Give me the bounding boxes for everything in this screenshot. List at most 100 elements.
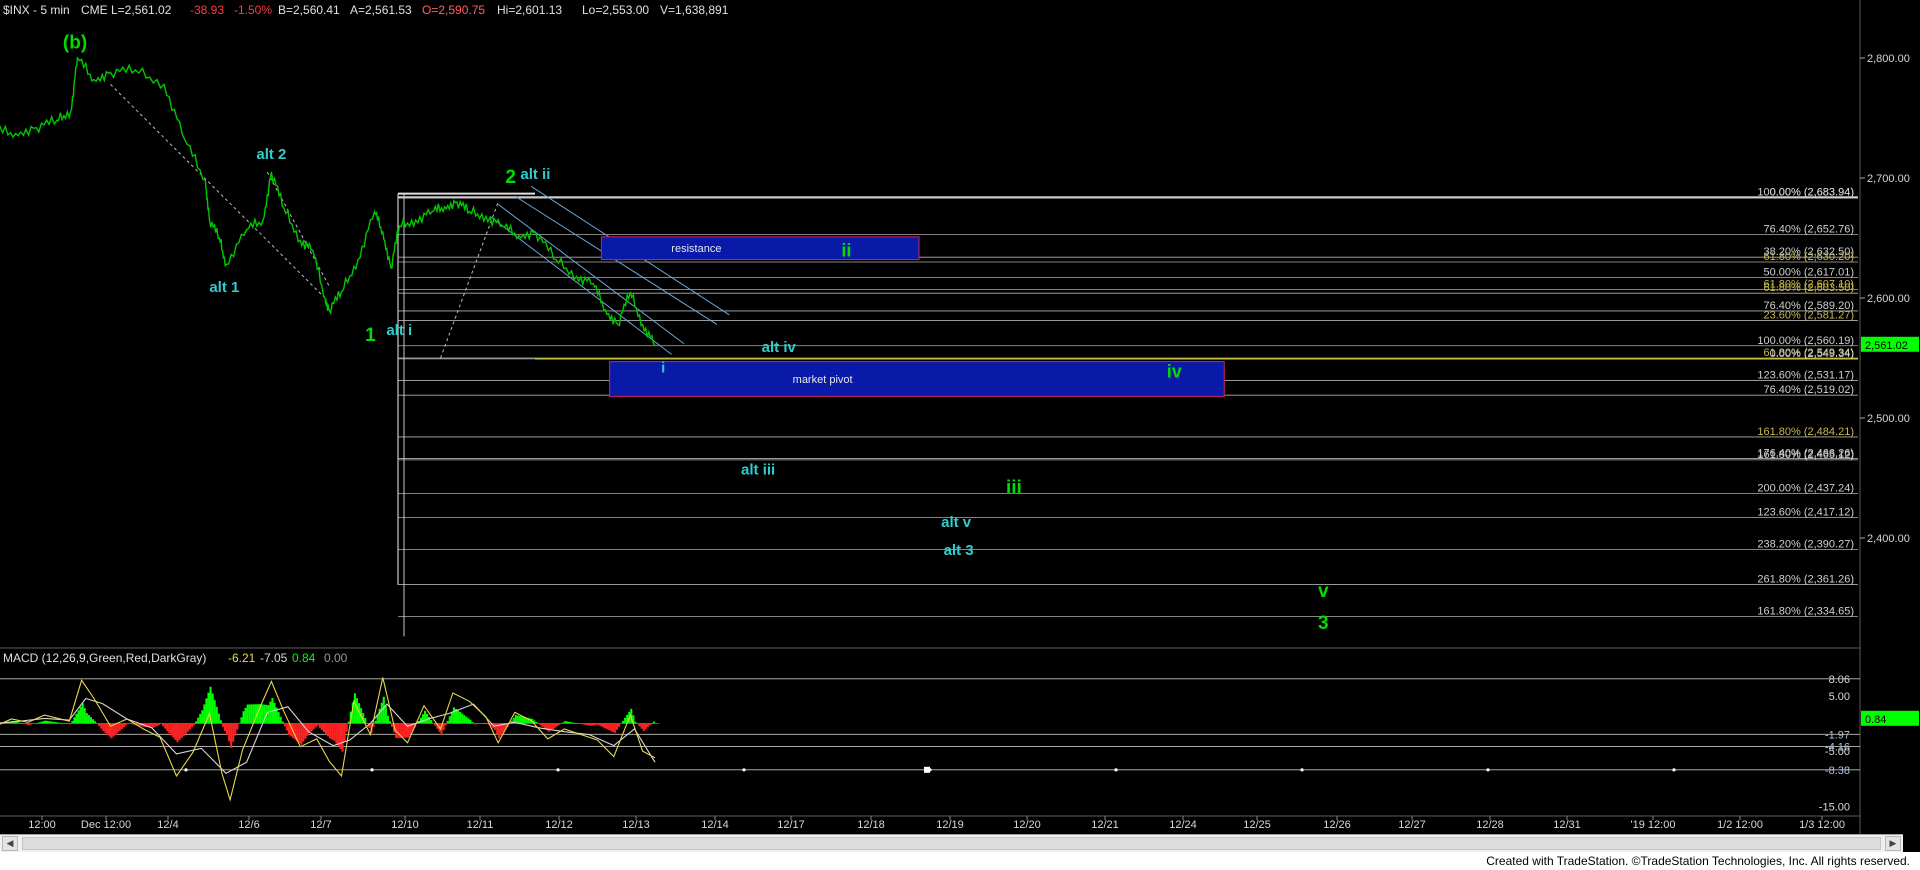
macd-histogram-bar (58, 722, 62, 724)
macd-histogram-bar (320, 723, 323, 730)
macd-histogram-bar (463, 715, 466, 724)
macd-histogram-bar (366, 722, 369, 724)
macd-histogram-bar (345, 723, 348, 732)
macd-histogram-bar (543, 723, 546, 729)
horizontal-scrollbar[interactable]: ◀ ▶ (0, 834, 1903, 852)
macd-histogram-bar (199, 713, 202, 724)
macd-histogram-bar (419, 717, 422, 724)
macd-histogram-bar (485, 722, 488, 724)
macd-histogram-bar (318, 723, 321, 728)
macd-histogram-bar (562, 722, 565, 724)
macd-histogram-bar (327, 723, 330, 737)
macd-histogram-bar (71, 720, 74, 724)
fib-level-label: 238.20% (2,390.27) (1757, 539, 1854, 551)
price-axis-label: 2,700.00 (1867, 173, 1910, 185)
macd-histogram-bar (457, 710, 460, 724)
macd-histogram-bar (131, 723, 134, 725)
macd-histogram-bar (118, 723, 121, 731)
macd-histogram-bar (36, 722, 39, 724)
macd-histogram-bar (193, 723, 196, 726)
time-marker-dot (742, 768, 746, 772)
macd-histogram-bar (424, 710, 427, 724)
macd-histogram-bar (240, 717, 243, 724)
macd-histogram-bar (611, 723, 614, 732)
macd-histogram-bar (475, 723, 478, 725)
macd-histogram-bar (28, 723, 31, 726)
macd-histogram-bar (547, 723, 550, 732)
header-exchange: CME (81, 3, 108, 17)
macd-histogram-bar (537, 723, 540, 725)
time-axis-label: 12/31 (1553, 819, 1581, 831)
macd-histogram-bar (605, 723, 608, 729)
macd-histogram-bar (570, 722, 573, 724)
macd-value: -7.05 (260, 651, 288, 665)
macd-histogram-bar (230, 723, 233, 748)
macd-histogram-bar (442, 723, 445, 731)
zone-wave-label: iv (1167, 362, 1182, 382)
macd-histogram-bar (164, 723, 167, 729)
macd-histogram-bar (151, 723, 154, 728)
fib-level-label: 50.00% (2,617.01) (1763, 267, 1854, 279)
macd-histogram-bar (283, 723, 286, 727)
wave-label: alt ii (520, 166, 550, 183)
scroll-thumb[interactable] (22, 837, 1881, 850)
macd-histogram-bar (174, 723, 177, 740)
wave-label: alt i (386, 322, 412, 339)
macd-histogram-bar (273, 702, 276, 724)
macd-histogram-bar (168, 723, 171, 734)
macd-line (0, 677, 656, 802)
macd-histogram-bar (102, 723, 105, 731)
macd-histogram-bar (556, 723, 559, 727)
macd-histogram-bar (337, 723, 340, 747)
macd-histogram-bar (34, 723, 37, 725)
time-axis-label: 12/19 (936, 819, 964, 831)
macd-histogram-bar (646, 723, 649, 728)
wave-label: (b) (63, 32, 87, 53)
macd-histogram-bar (232, 723, 235, 742)
macd-histogram-bar (591, 723, 594, 726)
fib-level-label: 161.80% (2,334.65) (1757, 605, 1854, 617)
macd-histogram-bar (624, 717, 627, 724)
macd-histogram-bar (114, 723, 117, 735)
time-axis-label: '19 12:00 (1631, 819, 1676, 831)
wave-label: 3 (1318, 613, 1329, 634)
macd-histogram-bar (634, 721, 637, 724)
time-axis-label: 12/6 (238, 819, 259, 831)
price-chart[interactable]: 100.00% (2,683.94)0.00% (2,683.94)76.40%… (0, 0, 1920, 834)
price-axis-label: 2,800.00 (1867, 53, 1910, 65)
macd-histogram-bar (30, 723, 33, 725)
macd-histogram-bar (234, 723, 237, 736)
scroll-right-arrow-icon[interactable]: ▶ (1885, 836, 1901, 851)
macd-histogram-bar (77, 710, 80, 724)
macd-histogram-bar (584, 723, 587, 725)
macd-histogram-bar (298, 723, 301, 743)
copyright-credit: Created with TradeStation. ©TradeStation… (1486, 854, 1910, 868)
time-axis-label: 1/2 12:00 (1717, 819, 1763, 831)
macd-histogram-bar (535, 721, 538, 724)
macd-histogram-bar (312, 723, 315, 730)
macd-axis-label: -8.38 (1825, 765, 1850, 777)
macd-histogram-bar (589, 723, 592, 726)
fib-level-label: 261.80% (2,361.26) (1757, 573, 1854, 585)
macd-histogram-bar (246, 704, 249, 724)
macd-histogram-bar (473, 723, 476, 725)
macd-histogram-bar (650, 723, 653, 725)
macd-histogram-bar (87, 715, 90, 724)
scroll-left-arrow-icon[interactable]: ◀ (2, 836, 18, 851)
time-axis-label: 12/28 (1476, 819, 1504, 831)
macd-histogram-bar (444, 723, 447, 726)
macd-histogram-bar (386, 715, 389, 724)
time-axis-label: 12/12 (545, 819, 573, 831)
macd-histogram-bar (277, 712, 280, 724)
time-axis-label: 1/3 12:00 (1799, 819, 1845, 831)
macd-histogram-bar (122, 723, 125, 728)
macd-histogram-bar (226, 723, 229, 735)
macd-histogram-bar (32, 723, 35, 725)
fib-level-label: 61.80% (2,603.50) (1763, 282, 1854, 294)
macd-histogram-bar (450, 711, 453, 724)
macd-histogram-bar (85, 713, 88, 724)
macd-histogram-bar (576, 723, 579, 725)
macd-histogram-bar (314, 723, 317, 728)
wave-label: v (1318, 581, 1329, 602)
macd-histogram-bar (65, 723, 68, 725)
